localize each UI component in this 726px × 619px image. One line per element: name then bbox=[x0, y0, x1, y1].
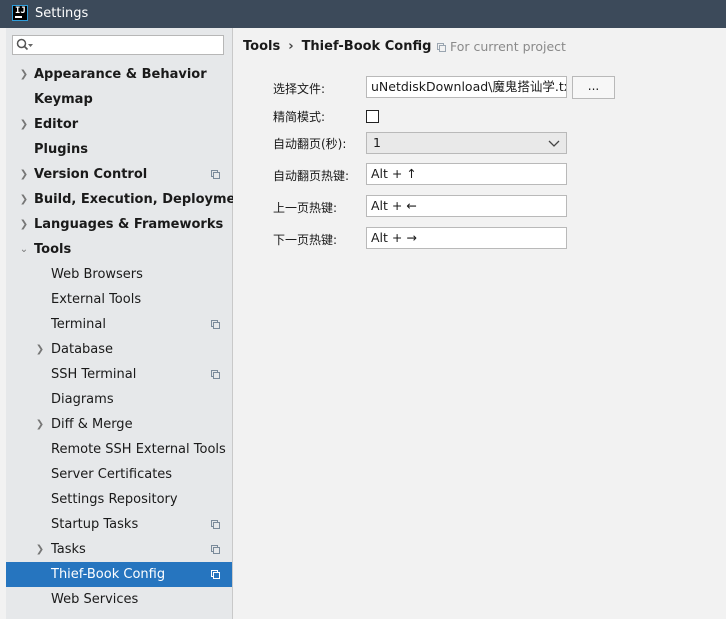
prev-hotkey-field[interactable]: Alt + ← bbox=[366, 195, 567, 217]
tree-item-label: Editor bbox=[34, 117, 79, 132]
tree-item-keymap[interactable]: Keymap bbox=[6, 87, 232, 112]
tree-item-label: Server Certificates bbox=[51, 467, 173, 482]
intellij-logo-icon: IJ bbox=[12, 5, 28, 21]
tree-item-settings-repository[interactable]: Settings Repository bbox=[6, 487, 232, 512]
chevron-right-icon[interactable]: ❯ bbox=[18, 112, 30, 137]
title-bar: IJ Settings bbox=[0, 0, 726, 28]
browse-button[interactable]: ... bbox=[572, 76, 615, 99]
tree-item-diagrams[interactable]: Diagrams bbox=[6, 387, 232, 412]
tree-item-external-tools[interactable]: External Tools bbox=[6, 287, 232, 312]
breadcrumb-current: Thief-Book Config bbox=[301, 39, 432, 54]
chevron-right-icon[interactable]: ❯ bbox=[34, 412, 46, 437]
project-scope-icon bbox=[211, 570, 220, 579]
tree-item-database[interactable]: ❯ Database bbox=[6, 337, 232, 362]
breadcrumb-separator: › bbox=[288, 39, 294, 54]
settings-content: Tools › Thief-Book Config For current proj… bbox=[233, 28, 726, 619]
tree-item-tasks[interactable]: ❯ Tasks bbox=[6, 537, 232, 562]
tree-item-label: SSH Terminal bbox=[51, 367, 137, 382]
tree-item-version-control[interactable]: ❯ Version Control bbox=[6, 162, 232, 187]
tree-item-label: Diagrams bbox=[51, 392, 114, 407]
simple-mode-label: 精简模式: bbox=[273, 110, 326, 124]
tree-item-build-execution-deployment[interactable]: ❯ Build, Execution, Deployment bbox=[6, 187, 251, 212]
tree-item-plugins[interactable]: Plugins bbox=[6, 137, 232, 162]
tree-item-label: Keymap bbox=[34, 92, 93, 107]
settings-tree: ❯ Appearance & Behavior Keymap ❯ Editor … bbox=[6, 62, 251, 612]
project-scope-icon bbox=[211, 545, 220, 554]
settings-sidebar: ❯ Appearance & Behavior Keymap ❯ Editor … bbox=[6, 28, 251, 619]
tree-item-label: Startup Tasks bbox=[51, 517, 139, 532]
tree-item-server-certificates[interactable]: Server Certificates bbox=[6, 462, 232, 487]
tree-item-label: Diff & Merge bbox=[51, 417, 133, 432]
project-scope-icon bbox=[211, 320, 220, 329]
tree-item-tools[interactable]: ⌄ Tools bbox=[6, 237, 232, 262]
tree-item-web-services[interactable]: Web Services bbox=[6, 587, 232, 612]
prev-hotkey-label: 上一页热键: bbox=[273, 201, 338, 215]
project-scope-icon bbox=[211, 520, 220, 529]
tree-item-label: Web Services bbox=[51, 592, 139, 607]
tree-item-startup-tasks[interactable]: Startup Tasks bbox=[6, 512, 232, 537]
tree-item-label: Version Control bbox=[34, 167, 148, 182]
project-scope-label: For current project bbox=[450, 39, 566, 54]
chevron-down-icon[interactable] bbox=[547, 134, 561, 152]
settings-search-box[interactable] bbox=[12, 35, 224, 55]
chevron-right-icon[interactable]: ❯ bbox=[34, 537, 46, 562]
auto-page-select[interactable]: 1 bbox=[366, 132, 567, 154]
auto-hotkey-field[interactable]: Alt + ↑ bbox=[366, 163, 567, 185]
auto-page-value: 1 bbox=[373, 135, 381, 150]
tree-item-label: Appearance & Behavior bbox=[34, 67, 207, 82]
next-hotkey-field[interactable]: Alt + → bbox=[366, 227, 567, 249]
tree-item-label: Build, Execution, Deployment bbox=[34, 192, 251, 207]
project-scope-icon bbox=[211, 370, 220, 379]
tree-item-terminal[interactable]: Terminal bbox=[6, 312, 232, 337]
tree-item-label: Remote SSH External Tools bbox=[51, 442, 226, 457]
tree-item-label: Tasks bbox=[51, 542, 86, 557]
tree-item-diff-merge[interactable]: ❯ Diff & Merge bbox=[6, 412, 232, 437]
tree-item-remote-ssh-external-tools[interactable]: Remote SSH External Tools bbox=[6, 437, 232, 462]
file-path-field[interactable]: uNetdiskDownload\魔鬼搭讪学.txt bbox=[366, 76, 567, 98]
tree-item-label: Languages & Frameworks bbox=[34, 217, 224, 232]
tree-item-label: Terminal bbox=[51, 317, 106, 332]
auto-hotkey-label: 自动翻页热键: bbox=[273, 169, 350, 183]
tree-item-web-browsers[interactable]: Web Browsers bbox=[6, 262, 232, 287]
chevron-right-icon[interactable]: ❯ bbox=[18, 62, 30, 87]
tree-item-languages-frameworks[interactable]: ❯ Languages & Frameworks bbox=[6, 212, 232, 237]
tree-item-label: External Tools bbox=[51, 292, 142, 307]
project-scope-note: For current project bbox=[437, 39, 566, 54]
project-scope-icon bbox=[211, 170, 220, 179]
tree-item-ssh-terminal[interactable]: SSH Terminal bbox=[6, 362, 232, 387]
settings-search-input[interactable] bbox=[37, 37, 221, 54]
next-hotkey-label: 下一页热键: bbox=[273, 233, 338, 247]
tree-item-editor[interactable]: ❯ Editor bbox=[6, 112, 232, 137]
tree-item-label: Plugins bbox=[34, 142, 88, 157]
window-title: Settings bbox=[35, 6, 89, 21]
chevron-right-icon[interactable]: ❯ bbox=[18, 212, 30, 237]
project-scope-icon bbox=[437, 43, 446, 52]
chevron-down-icon[interactable]: ⌄ bbox=[18, 237, 30, 262]
search-icon[interactable] bbox=[16, 38, 34, 56]
tree-item-appearance-behavior[interactable]: ❯ Appearance & Behavior bbox=[6, 62, 232, 87]
file-label: 选择文件: bbox=[273, 82, 326, 96]
chevron-right-icon[interactable]: ❯ bbox=[34, 337, 46, 362]
chevron-right-icon[interactable]: ❯ bbox=[18, 187, 30, 212]
breadcrumb-parent[interactable]: Tools bbox=[243, 39, 280, 54]
simple-mode-checkbox[interactable] bbox=[366, 110, 379, 123]
auto-page-label: 自动翻页(秒): bbox=[273, 137, 347, 151]
chevron-right-icon[interactable]: ❯ bbox=[18, 162, 30, 187]
tree-item-label: Database bbox=[51, 342, 114, 357]
tree-item-label: Tools bbox=[34, 242, 72, 257]
tree-item-label: Settings Repository bbox=[51, 492, 178, 507]
breadcrumb: Tools › Thief-Book Config bbox=[243, 39, 431, 54]
tree-item-label: Thief-Book Config bbox=[51, 567, 166, 582]
tree-item-thief-book-config[interactable]: Thief-Book Config bbox=[6, 562, 232, 587]
tree-item-label: Web Browsers bbox=[51, 267, 143, 282]
